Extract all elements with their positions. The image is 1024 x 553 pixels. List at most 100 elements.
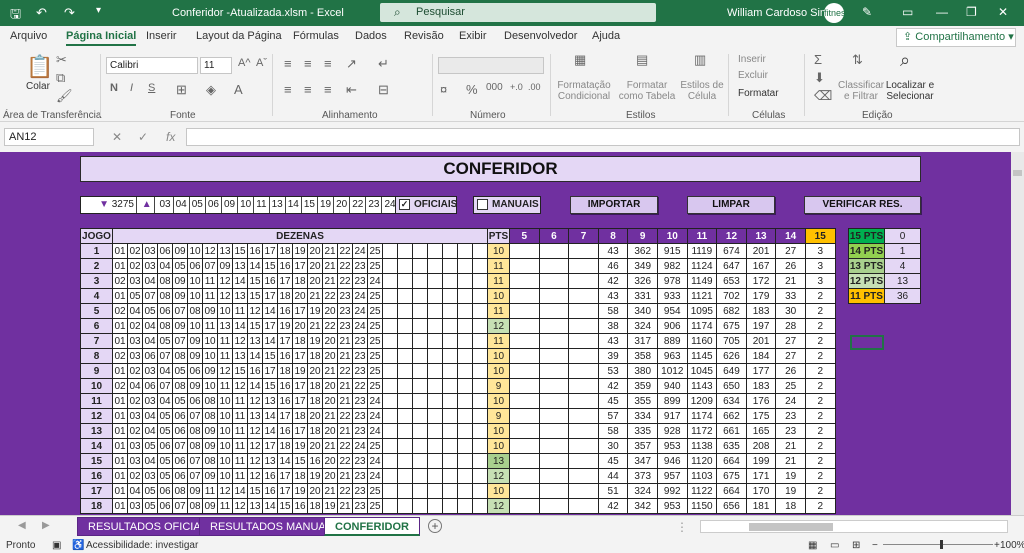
summary-value[interactable]: 1 [884, 243, 921, 259]
number-cell[interactable]: 15 [232, 243, 248, 259]
number-cell[interactable] [457, 258, 473, 274]
number-cell[interactable]: 20 [307, 363, 323, 379]
number-cell[interactable]: 17 [292, 303, 308, 319]
number-cell[interactable]: 14 [247, 348, 263, 364]
close-icon[interactable]: ✕ [998, 5, 1008, 19]
number-cell[interactable] [382, 333, 398, 349]
number-cell[interactable] [472, 483, 488, 499]
hit-count-cell[interactable]: 675 [716, 318, 747, 334]
next-sheet-icon[interactable]: ▶ [42, 520, 50, 531]
hit-count-cell[interactable]: 358 [627, 348, 658, 364]
number-cell[interactable] [442, 243, 458, 259]
number-cell[interactable]: 25 [367, 483, 383, 499]
number-cell[interactable]: 02 [127, 243, 143, 259]
number-cell[interactable] [382, 468, 398, 484]
number-cell[interactable]: 23 [352, 453, 368, 469]
paste-icon[interactable]: 📋 [26, 54, 53, 80]
cancel-icon[interactable]: ✕ [112, 130, 122, 144]
number-cell[interactable]: 18 [292, 408, 308, 424]
number-cell[interactable]: 03 [127, 453, 143, 469]
hit-count-cell[interactable]: 18 [775, 498, 806, 514]
number-cell[interactable]: 11 [232, 468, 248, 484]
number-cell[interactable]: 03 [127, 273, 143, 289]
number-cell[interactable]: 05 [142, 438, 158, 454]
number-cell[interactable]: 23 [352, 393, 368, 409]
hit-count-cell[interactable]: 201 [745, 333, 777, 349]
triangle-down-icon[interactable]: ▼ [99, 199, 109, 210]
number-cell[interactable] [412, 438, 428, 454]
number-cell[interactable] [397, 393, 413, 409]
number-cell[interactable]: 20 [307, 438, 323, 454]
number-cell[interactable]: 01 [112, 453, 128, 469]
number-cell[interactable]: 21 [337, 498, 353, 514]
number-cell[interactable]: 10 [217, 408, 233, 424]
number-cell[interactable]: 22 [337, 258, 353, 274]
number-cell[interactable]: 21 [307, 318, 323, 334]
hit-count-cell[interactable]: 953 [656, 438, 688, 454]
hit-count-cell[interactable] [568, 378, 599, 394]
increase-decimal-icon[interactable]: +.0 [510, 82, 523, 92]
number-cell[interactable] [472, 243, 488, 259]
number-cell[interactable]: 03 [127, 348, 143, 364]
merge-cells-icon[interactable]: ⊟ [378, 82, 389, 98]
hit-count-cell[interactable] [568, 498, 599, 514]
number-cell[interactable]: 03 [127, 438, 143, 454]
hit-count-cell[interactable]: 42 [597, 378, 629, 394]
tab-desenvolvedor[interactable]: Desenvolvedor [504, 30, 577, 42]
number-cell[interactable] [412, 423, 428, 439]
orientation-icon[interactable]: ↗ [346, 56, 357, 72]
number-cell[interactable]: 06 [157, 243, 173, 259]
hit-count-cell[interactable] [509, 318, 540, 334]
hit-count-cell[interactable]: 19 [775, 483, 806, 499]
increase-font-icon[interactable]: A^ [238, 57, 251, 69]
hit-count-cell[interactable]: 933 [656, 288, 688, 304]
number-cell[interactable]: 17 [277, 468, 293, 484]
hit-count-cell[interactable]: 2 [804, 303, 836, 319]
number-cell[interactable]: 19 [277, 318, 293, 334]
number-cell[interactable] [457, 288, 473, 304]
tab-inserir[interactable]: Inserir [146, 30, 177, 42]
percent-icon[interactable]: % [466, 82, 478, 97]
number-cell[interactable]: 10 [217, 468, 233, 484]
hit-count-cell[interactable]: 2 [804, 348, 836, 364]
number-cell[interactable]: 23 [337, 288, 353, 304]
number-cell[interactable]: 16 [262, 483, 278, 499]
hit-count-cell[interactable] [568, 288, 599, 304]
number-cell[interactable]: 13 [217, 243, 233, 259]
autosum-icon[interactable]: Σ [814, 52, 822, 67]
hit-count-cell[interactable]: 3 [804, 243, 836, 259]
number-cell[interactable]: 11 [232, 303, 248, 319]
points-cell[interactable]: 10 [487, 363, 510, 379]
points-cell[interactable]: 9 [487, 408, 510, 424]
number-cell[interactable]: 21 [337, 423, 353, 439]
hit-count-cell[interactable] [568, 453, 599, 469]
number-cell[interactable]: 16 [277, 423, 293, 439]
number-cell[interactable]: 11 [217, 378, 233, 394]
draw-number-field[interactable]: ▼ 3275 [81, 197, 137, 213]
number-cell[interactable] [457, 273, 473, 289]
number-cell[interactable]: 08 [157, 273, 173, 289]
tab-exibir[interactable]: Exibir [459, 30, 487, 42]
number-cell[interactable]: 14 [262, 333, 278, 349]
number-cell[interactable]: 18 [277, 363, 293, 379]
number-cell[interactable] [397, 408, 413, 424]
number-cell[interactable] [382, 318, 398, 334]
hit-count-cell[interactable]: 43 [597, 288, 629, 304]
hit-count-cell[interactable]: 2 [804, 333, 836, 349]
number-cell[interactable] [427, 378, 443, 394]
hit-count-cell[interactable]: 1121 [686, 288, 718, 304]
number-cell[interactable]: 15 [232, 363, 248, 379]
hit-count-cell[interactable]: 1160 [686, 333, 718, 349]
hit-count-cell[interactable]: 27 [775, 348, 806, 364]
number-cell[interactable] [397, 378, 413, 394]
number-cell[interactable]: 23 [352, 408, 368, 424]
number-cell[interactable]: 10 [217, 303, 233, 319]
hit-count-cell[interactable]: 928 [656, 423, 688, 439]
number-cell[interactable]: 07 [157, 348, 173, 364]
hit-count-cell[interactable]: 25 [775, 378, 806, 394]
hit-count-cell[interactable] [568, 393, 599, 409]
number-cell[interactable]: 16 [277, 303, 293, 319]
number-cell[interactable] [472, 378, 488, 394]
number-cell[interactable]: 10 [202, 378, 218, 394]
number-cell[interactable]: 10 [217, 393, 233, 409]
